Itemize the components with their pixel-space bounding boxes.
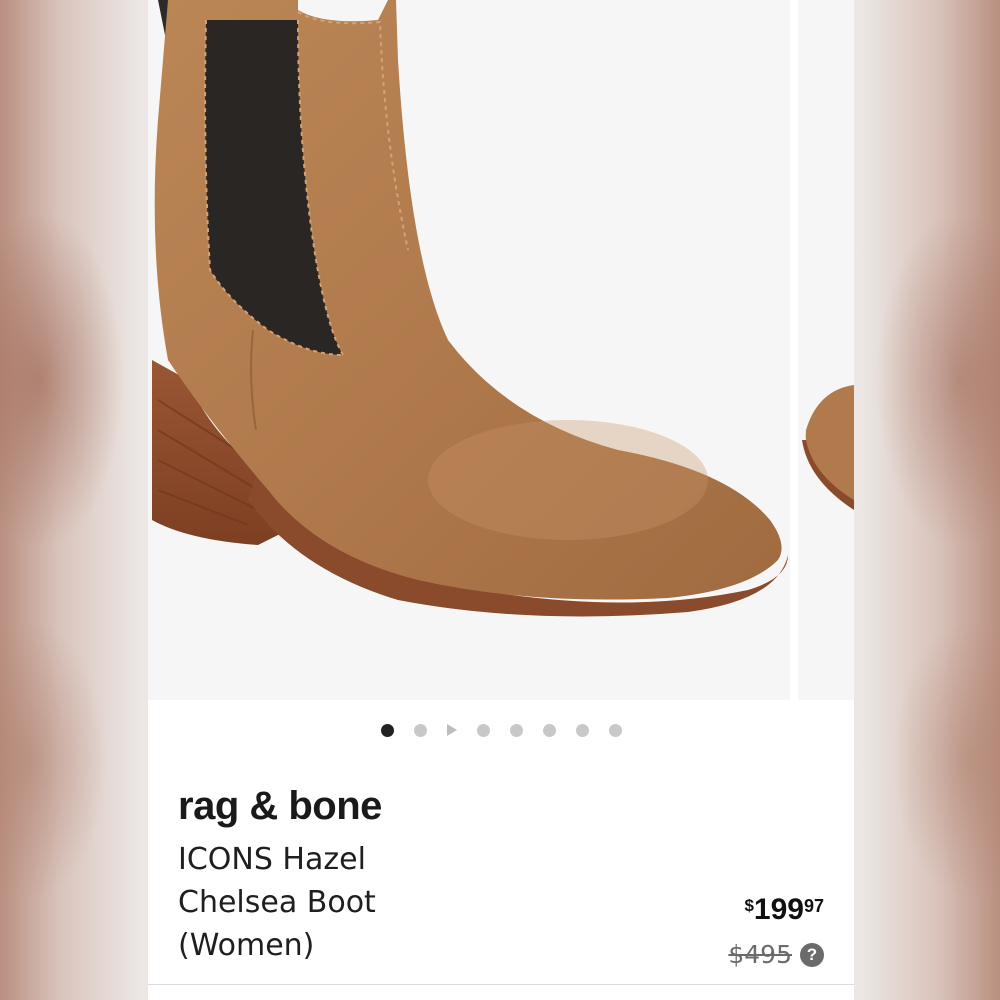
original-price: $495 (728, 940, 792, 969)
pager-dot[interactable] (575, 723, 589, 737)
product-title: ICONS Hazel Chelsea Boot (Women) (178, 842, 376, 963)
pager-dot[interactable] (509, 723, 523, 737)
pager-dot-active[interactable] (380, 723, 394, 737)
pager-dot[interactable] (476, 723, 490, 737)
price-currency: $ (744, 896, 754, 915)
help-icon[interactable]: ? (800, 942, 824, 967)
boot-photo-icon (148, 0, 790, 700)
product-image-main[interactable] (148, 0, 790, 700)
price-cents: 97 (803, 896, 824, 916)
image-gallery[interactable] (148, 0, 854, 700)
original-price-row: $495 ? (728, 940, 824, 969)
video-play-icon[interactable] (446, 724, 457, 736)
price-dollars: 199 (753, 893, 804, 926)
brand-name[interactable]: rag & bone (178, 784, 382, 829)
product-page: rag & bone ICONS Hazel Chelsea Boot (Wom… (148, 0, 854, 1000)
image-pager[interactable] (148, 722, 854, 738)
sale-price: $ 199 97 (744, 893, 824, 927)
pager-dot[interactable] (542, 723, 556, 737)
boot-photo-icon (798, 0, 854, 700)
gallery-separator (790, 0, 798, 700)
pager-dot[interactable] (413, 723, 427, 737)
bottom-cutoff-strip (148, 984, 854, 1000)
pager-dot[interactable] (608, 723, 622, 737)
product-image-next[interactable] (798, 0, 854, 700)
